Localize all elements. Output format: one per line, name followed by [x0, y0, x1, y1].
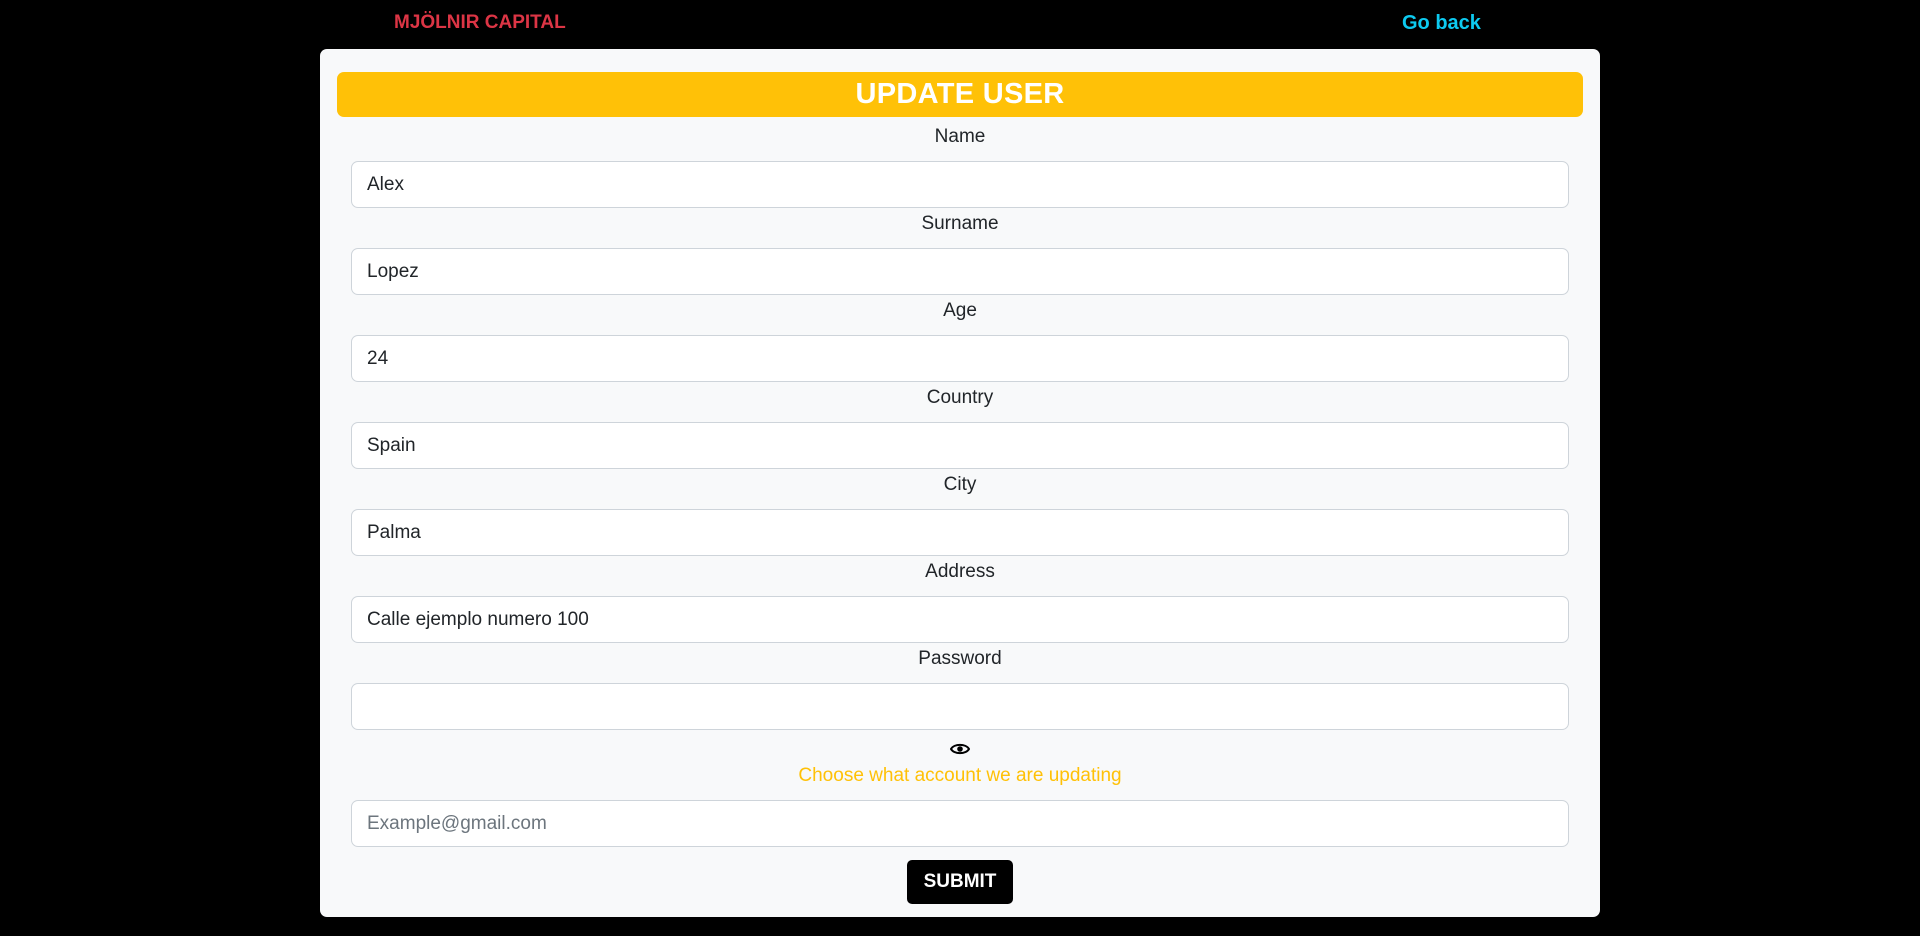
city-label: City — [943, 474, 977, 495]
address-label: Address — [925, 561, 995, 582]
country-label: Country — [926, 387, 994, 408]
submit-button[interactable]: SUBMIT — [907, 860, 1013, 904]
password-input[interactable] — [351, 683, 1569, 730]
surname-input[interactable] — [351, 248, 1569, 295]
email-input[interactable] — [351, 800, 1569, 847]
top-navbar: MJÖLNIR CAPITAL Go back — [0, 0, 1920, 49]
age-input[interactable] — [351, 335, 1569, 382]
brand-logo-text[interactable]: MJÖLNIR CAPITAL — [394, 12, 566, 34]
update-user-card: UPDATE USER Name Surname Age Country Cit… — [320, 49, 1600, 917]
address-input[interactable] — [351, 596, 1569, 643]
form-title: UPDATE USER — [337, 72, 1583, 117]
eye-icon[interactable] — [950, 742, 970, 756]
age-label: Age — [943, 300, 977, 321]
name-input[interactable] — [351, 161, 1569, 208]
name-label: Name — [934, 126, 986, 147]
go-back-link[interactable]: Go back — [1402, 12, 1481, 35]
account-hint-text: Choose what account we are updating — [798, 765, 1122, 786]
city-input[interactable] — [351, 509, 1569, 556]
country-input[interactable] — [351, 422, 1569, 469]
surname-label: Surname — [921, 213, 999, 234]
password-label: Password — [918, 648, 1002, 669]
